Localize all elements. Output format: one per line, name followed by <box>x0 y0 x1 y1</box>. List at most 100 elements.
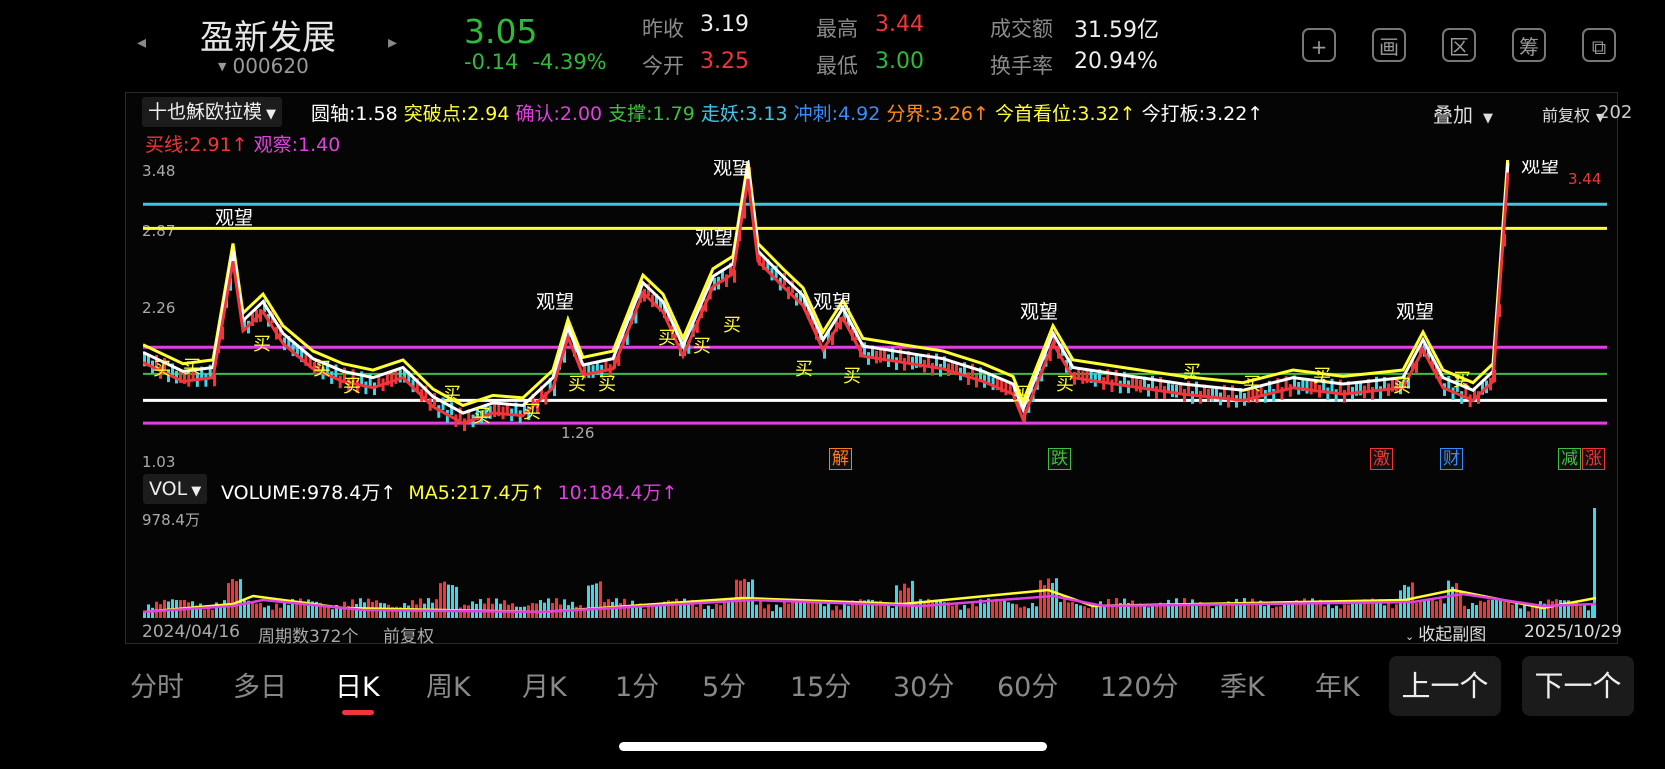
volume-bar <box>1003 600 1006 618</box>
candle <box>204 374 208 387</box>
low-value: 3.00 <box>875 49 924 74</box>
volume-bar <box>1211 608 1214 618</box>
tab-7[interactable]: 15分 <box>790 665 851 704</box>
share-icon[interactable]: ⧉ <box>1582 28 1616 62</box>
volume-bar <box>151 607 154 618</box>
volume-bar <box>775 604 778 618</box>
low-mark: 1.26 <box>561 424 594 442</box>
volume-bar <box>255 603 258 618</box>
tab-10[interactable]: 120分 <box>1100 665 1179 704</box>
candle <box>935 353 938 367</box>
next-stock-button[interactable]: 下一个 <box>1522 656 1634 716</box>
volume-bar <box>955 604 958 618</box>
prev-stock-button[interactable]: 上一个 <box>1389 656 1501 716</box>
volume-bar <box>1431 599 1434 618</box>
open-label: 今开 <box>642 54 684 78</box>
buy-label: 买 <box>1393 376 1411 397</box>
tab-2[interactable]: 日K <box>335 665 380 704</box>
volume-bar <box>1015 604 1018 618</box>
chip-icon[interactable]: 筹 <box>1512 28 1546 62</box>
volume-bar <box>1287 602 1290 618</box>
indicator-item: 买线:2.91↑ <box>145 134 248 156</box>
tab-1[interactable]: 多日 <box>233 665 287 704</box>
volume-bar <box>1123 598 1126 618</box>
volume-bar <box>1467 608 1470 618</box>
volume-bar <box>1107 598 1110 618</box>
overlay-dropdown[interactable]: 叠加 ▼ <box>1433 99 1493 128</box>
region-icon[interactable]: 区 <box>1442 28 1476 62</box>
volume-bar <box>547 598 550 618</box>
volume-bar <box>1411 582 1414 618</box>
volume-bar <box>595 583 598 618</box>
volume-bar <box>1499 599 1502 618</box>
volume-bar <box>439 583 442 618</box>
volume-bar <box>1515 602 1518 618</box>
volume-bar <box>503 600 506 618</box>
add-icon[interactable]: + <box>1302 28 1336 62</box>
next-stock-arrow-icon[interactable]: ▸ <box>388 32 397 53</box>
buy-label: 买 <box>523 402 541 423</box>
candle <box>1110 379 1114 393</box>
volume-bar <box>883 604 886 618</box>
indicator-selector[interactable]: 十也穌欧拉模 ▼ <box>142 97 283 127</box>
volume-bar <box>419 598 422 618</box>
volume-bar <box>1547 599 1550 618</box>
tab-5[interactable]: 1分 <box>615 665 659 704</box>
turnover-label: 换手率 <box>990 54 1053 78</box>
tab-9[interactable]: 60分 <box>997 665 1058 704</box>
candle <box>463 418 466 432</box>
tab-12[interactable]: 年K <box>1315 665 1360 704</box>
volume-bar <box>355 604 358 618</box>
volume-bar <box>1023 606 1026 618</box>
candle <box>398 369 402 383</box>
volume-bar <box>787 603 790 618</box>
tab-8[interactable]: 30分 <box>893 665 954 704</box>
volume-bar <box>1263 606 1266 618</box>
price-line <box>143 160 1510 408</box>
volume-bar <box>783 602 786 618</box>
volume-bar <box>427 598 430 618</box>
indicator-item: 支撑:1.79 <box>608 103 695 125</box>
prev-stock-arrow-icon[interactable]: ◂ <box>137 32 146 53</box>
volume-selector[interactable]: VOL ▼ <box>143 474 208 504</box>
stock-code[interactable]: ▼ 000620 <box>218 54 309 78</box>
buy-label: 买 <box>598 374 616 395</box>
volume-bar <box>719 605 722 618</box>
current-price: 3.05 <box>464 12 538 51</box>
indicator-item: 今打板:3.22↑ <box>1141 103 1264 125</box>
tab-3[interactable]: 周K <box>426 665 471 704</box>
volume-bar <box>1235 598 1238 618</box>
volume-bar <box>831 610 834 618</box>
volume-bar <box>1183 598 1186 618</box>
volume-bar <box>843 602 846 618</box>
volume-bar <box>1395 604 1398 618</box>
tab-11[interactable]: 季K <box>1220 665 1265 704</box>
year-label: 202 <box>1598 102 1633 123</box>
volume-bar <box>611 601 614 618</box>
multi-chart-icon[interactable]: 画 <box>1372 28 1406 62</box>
volume-bar <box>1275 606 1278 618</box>
buy-label: 买 <box>153 359 171 380</box>
buy-label: 买 <box>1453 370 1471 391</box>
volume-bar <box>1087 608 1090 618</box>
collapse-subchart-button[interactable]: ⌄ 收起副图 <box>1405 620 1486 645</box>
volume-chart[interactable] <box>143 508 1617 618</box>
volume-bar <box>1435 601 1438 618</box>
volume-bar <box>779 607 782 618</box>
low-label: 最低 <box>816 54 858 78</box>
kline-chart[interactable]: 观望观望观望观望观望观望观望观望买 买买买买 买买 买买 买买 买买买 买买 买买买买买买1.… <box>143 160 1617 470</box>
volume-bar <box>771 611 774 618</box>
tab-6[interactable]: 5分 <box>702 665 746 704</box>
volume-bar <box>1191 599 1194 618</box>
tab-4[interactable]: 月K <box>522 665 567 704</box>
active-tab-indicator <box>342 710 374 715</box>
volume-bar <box>631 600 634 618</box>
fq-dropdown[interactable]: 前复权 ▼ <box>1542 102 1604 126</box>
volume-bar <box>823 606 826 618</box>
tab-0[interactable]: 分时 <box>130 665 184 704</box>
buy-label: 买 <box>1313 366 1331 387</box>
volume-bar <box>1555 599 1558 618</box>
volume-bar <box>827 603 830 618</box>
signal-badge: 减 <box>1558 448 1581 470</box>
watch-label: 观望 <box>536 291 574 313</box>
